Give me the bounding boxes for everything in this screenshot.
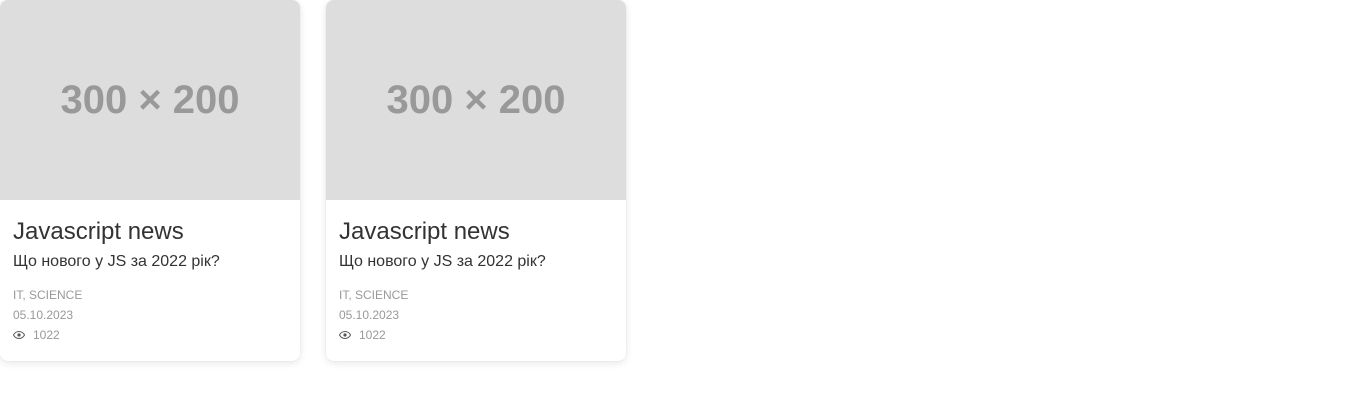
news-card[interactable]: 300 × 200 Javascript news Що нового у JS… <box>326 0 626 361</box>
card-views: 1022 <box>13 328 287 342</box>
card-body: Javascript news Що нового у JS за 2022 р… <box>326 218 626 342</box>
card-date: 05.10.2023 <box>339 308 400 322</box>
card-body: Javascript news Що нового у JS за 2022 р… <box>0 218 300 342</box>
eye-icon <box>339 330 351 340</box>
news-card-list: 300 × 200 Javascript news Що нового у JS… <box>0 0 1366 414</box>
image-size-label: 300 × 200 <box>386 77 566 122</box>
image-size-label: 300 × 200 <box>60 77 240 122</box>
card-views-count: 1022 <box>33 328 60 342</box>
card-categories: IT, SCIENCE <box>13 288 83 302</box>
card-views: 1022 <box>339 328 613 342</box>
card-categories: IT, SCIENCE <box>339 288 409 302</box>
card-image-placeholder[interactable]: 300 × 200 <box>326 0 626 200</box>
eye-icon <box>13 330 25 340</box>
card-views-count: 1022 <box>359 328 386 342</box>
card-subtitle: Що нового у JS за 2022 рік? <box>339 253 546 270</box>
card-date: 05.10.2023 <box>13 308 74 322</box>
card-image-placeholder[interactable]: 300 × 200 <box>0 0 300 200</box>
card-title[interactable]: Javascript news <box>339 218 613 246</box>
card-title[interactable]: Javascript news <box>13 218 287 246</box>
card-subtitle: Що нового у JS за 2022 рік? <box>13 253 220 270</box>
news-card[interactable]: 300 × 200 Javascript news Що нового у JS… <box>0 0 300 361</box>
